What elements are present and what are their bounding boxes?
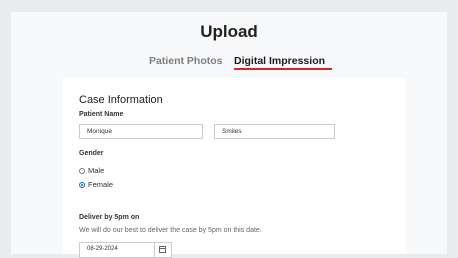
gender-label: Gender xyxy=(79,150,104,157)
deliver-date-field[interactable]: 08-29-2024 xyxy=(79,242,172,258)
gender-option-female[interactable]: Female xyxy=(79,180,113,189)
date-picker-button[interactable] xyxy=(154,243,171,257)
case-information-card: Case Information Patient Name Gender Mal… xyxy=(63,78,406,258)
tab-digital-impression[interactable]: Digital Impression xyxy=(234,55,325,67)
deliver-help-text: We will do our best to deliver the case … xyxy=(79,227,262,234)
active-tab-indicator xyxy=(234,68,332,70)
upload-tabs: Patient Photos Digital Impression xyxy=(11,55,447,75)
first-name-input[interactable] xyxy=(79,124,203,139)
female-radio[interactable] xyxy=(79,182,85,188)
deliver-date-value: 08-29-2024 xyxy=(87,246,118,252)
deliver-by-label: Deliver by 5pm on xyxy=(79,214,140,221)
tab-patient-photos[interactable]: Patient Photos xyxy=(149,55,223,67)
upload-panel: Upload Patient Photos Digital Impression… xyxy=(11,12,447,258)
female-label: Female xyxy=(88,180,114,189)
gender-option-male[interactable]: Male xyxy=(79,166,104,175)
patient-name-label: Patient Name xyxy=(79,111,124,118)
case-information-heading: Case Information xyxy=(79,94,163,106)
last-name-input[interactable] xyxy=(214,124,335,139)
calendar-icon xyxy=(159,246,166,253)
male-label: Male xyxy=(88,166,105,175)
page-title: Upload xyxy=(200,22,258,41)
male-radio[interactable] xyxy=(79,168,85,174)
